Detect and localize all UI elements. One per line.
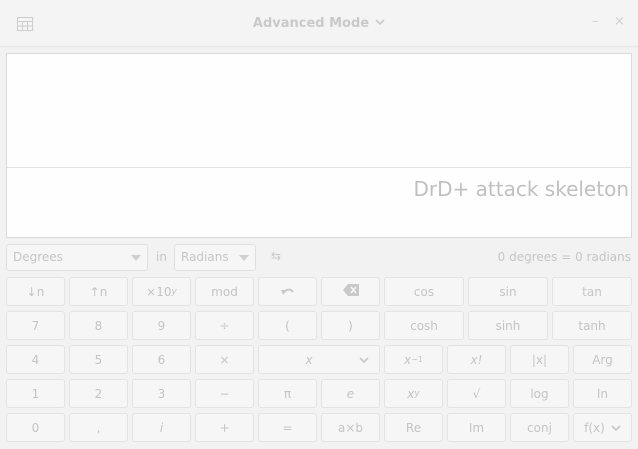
multiply-button[interactable]: ×: [195, 345, 254, 374]
header-bar: Advanced Mode – ×: [0, 0, 638, 47]
log-button[interactable]: log: [510, 379, 569, 408]
from-unit-select[interactable]: Degrees: [6, 244, 148, 271]
dropdown-arrow-icon: [239, 255, 249, 261]
sin-button[interactable]: sin: [468, 277, 548, 306]
mode-selector[interactable]: Advanced Mode: [0, 15, 638, 31]
imaginary-part-button[interactable]: Im: [447, 413, 506, 442]
exponent-button[interactable]: ×10 y: [132, 277, 191, 306]
display-divider: [7, 167, 631, 168]
tan-button[interactable]: tan: [552, 277, 632, 306]
scientific-notation-button[interactable]: a×b: [321, 413, 380, 442]
undo-icon: [280, 285, 295, 299]
function-button[interactable]: f(x): [573, 413, 632, 442]
subtract-button[interactable]: −: [195, 379, 254, 408]
swap-units-icon[interactable]: ⇆: [271, 249, 281, 263]
digit-2-button[interactable]: 2: [69, 379, 128, 408]
dropdown-arrow-icon: [131, 255, 141, 261]
history-view: [7, 54, 631, 167]
chevron-down-icon: [375, 15, 385, 30]
pi-button[interactable]: π: [258, 379, 317, 408]
digit-3-button[interactable]: 3: [132, 379, 191, 408]
variable-select-button[interactable]: x: [258, 345, 380, 374]
digit-4-button[interactable]: 4: [6, 345, 65, 374]
arg-button[interactable]: Arg: [573, 345, 632, 374]
close-paren-button[interactable]: ): [321, 311, 380, 340]
cos-button[interactable]: cos: [384, 277, 464, 306]
real-part-button[interactable]: Re: [384, 413, 443, 442]
in-label: in: [156, 250, 167, 264]
digit-0-button[interactable]: 0: [6, 413, 65, 442]
divide-button[interactable]: ÷: [195, 311, 254, 340]
chevron-down-icon: [359, 353, 369, 367]
from-unit-value: Degrees: [13, 250, 63, 264]
minimize-button[interactable]: –: [592, 14, 599, 29]
digit-7-button[interactable]: 7: [6, 311, 65, 340]
digit-6-button[interactable]: 6: [132, 345, 191, 374]
conjugate-button[interactable]: conj: [510, 413, 569, 442]
tanh-button[interactable]: tanh: [552, 311, 632, 340]
factorial-button[interactable]: x!: [447, 345, 506, 374]
add-button[interactable]: +: [195, 413, 254, 442]
sqrt-button[interactable]: √: [447, 379, 506, 408]
conversion-result: 0 degrees = 0 radians: [497, 250, 631, 264]
shift-left-button[interactable]: ↑n: [69, 277, 128, 306]
close-button[interactable]: ×: [614, 14, 625, 29]
to-unit-value: Radians: [181, 250, 229, 264]
page-title: Advanced Mode: [252, 16, 370, 31]
expression-entry[interactable]: DrD+ attack skeleton: [414, 177, 629, 201]
absolute-button[interactable]: |x|: [510, 345, 569, 374]
digit-1-button[interactable]: 1: [6, 379, 65, 408]
chevron-down-icon: [611, 421, 621, 435]
shift-right-button[interactable]: ↓n: [6, 277, 65, 306]
digit-9-button[interactable]: 9: [132, 311, 191, 340]
inverse-button[interactable]: x −1: [384, 345, 443, 374]
equals-button[interactable]: =: [258, 413, 317, 442]
power-button[interactable]: xy: [384, 379, 443, 408]
digit-5-button[interactable]: 5: [69, 345, 128, 374]
cosh-button[interactable]: cosh: [384, 311, 464, 340]
imaginary-button[interactable]: i: [132, 413, 191, 442]
euler-button[interactable]: e: [321, 379, 380, 408]
undo-button[interactable]: [258, 277, 317, 306]
digit-8-button[interactable]: 8: [69, 311, 128, 340]
modulus-button[interactable]: mod: [195, 277, 254, 306]
decimal-button[interactable]: ,: [69, 413, 128, 442]
backspace-button[interactable]: [321, 277, 380, 306]
open-paren-button[interactable]: (: [258, 311, 317, 340]
ln-button[interactable]: ln: [573, 379, 632, 408]
backspace-icon: [342, 284, 359, 299]
sinh-button[interactable]: sinh: [468, 311, 548, 340]
to-unit-select[interactable]: Radians: [174, 244, 256, 271]
display-area: DrD+ attack skeleton: [6, 53, 632, 238]
